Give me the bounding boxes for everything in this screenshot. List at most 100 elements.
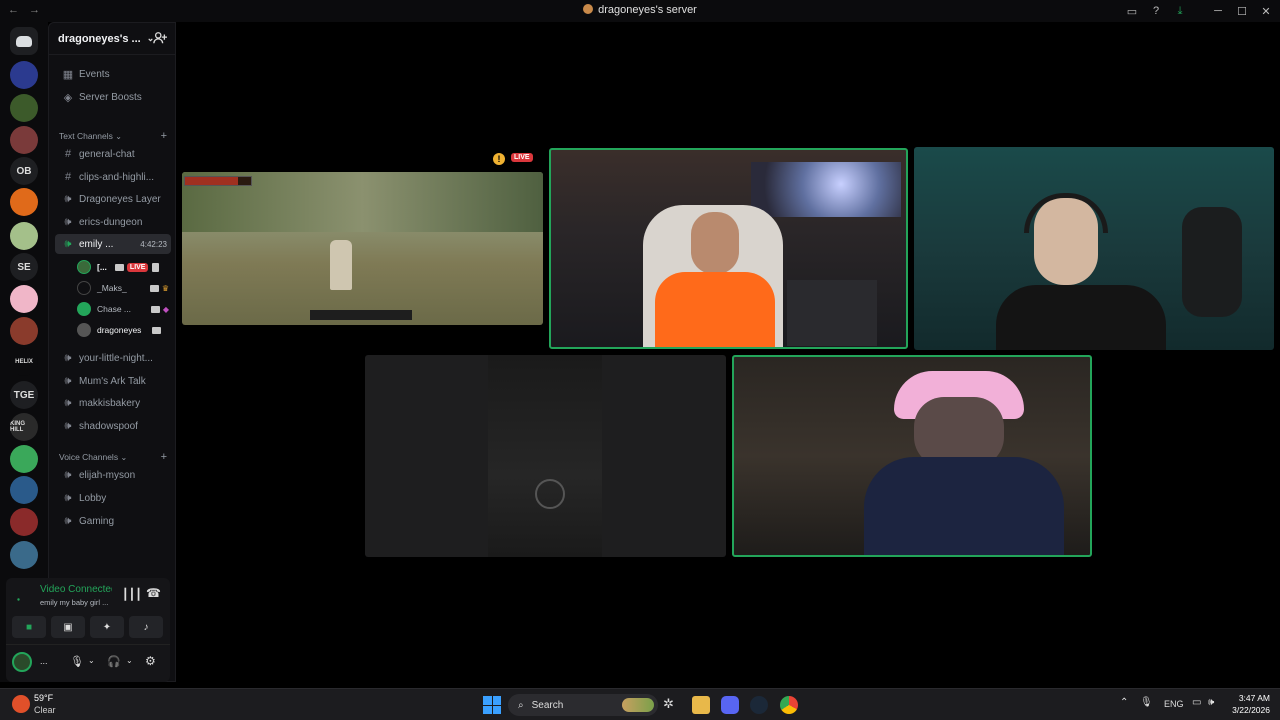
gear-icon[interactable]: ⚙ <box>145 654 156 668</box>
channel-label: your-little-night... <box>79 352 153 364</box>
server-icon[interactable]: TGE <box>10 381 38 409</box>
server-icon[interactable] <box>10 61 38 89</box>
voice-channel-name[interactable]: emily my baby girl ... <box>40 598 108 607</box>
weather-icon <box>12 695 30 713</box>
headphones <box>1024 193 1108 233</box>
server-icon[interactable] <box>10 476 38 504</box>
channel-your-little-night[interactable]: 🕪 your-little-night... <box>55 348 171 368</box>
file-explorer-icon[interactable] <box>692 696 710 714</box>
camera-button[interactable]: ■ <box>12 616 46 638</box>
discord-icon[interactable] <box>721 696 739 714</box>
channel-elijah-myson[interactable]: 🕪 elijah-myson <box>55 465 171 485</box>
channel-mums-ark-talk[interactable]: 🕪 Mum's Ark Talk <box>55 371 171 391</box>
chevron-up-icon[interactable]: ⌃ <box>1120 697 1128 708</box>
steam-icon[interactable] <box>750 696 768 714</box>
speaker-icon: 🕪 <box>64 351 72 364</box>
disconnect-icon[interactable]: ☎ <box>146 586 161 600</box>
server-icon[interactable] <box>10 126 38 154</box>
server-icon[interactable] <box>10 94 38 122</box>
activities-button[interactable]: ✦ <box>90 616 124 638</box>
headphones-icon[interactable]: 🎧 <box>107 655 121 668</box>
server-icon[interactable] <box>10 317 38 345</box>
avatar <box>77 323 91 337</box>
server-boosts-item[interactable]: ◈ Server Boosts <box>55 87 171 107</box>
microphone-icon[interactable]: 🎙 <box>1140 697 1153 708</box>
video-tile[interactable] <box>914 147 1274 350</box>
clock-time[interactable]: 3:47 AM <box>1224 693 1270 703</box>
channel-shadowspoof[interactable]: 🕪 shadowspoof <box>55 416 171 436</box>
person-head <box>691 212 739 274</box>
channel-emily-active[interactable]: 🕪 emily ... 4:42:23 <box>55 234 171 254</box>
server-icon[interactable] <box>10 508 38 536</box>
server-icon[interactable] <box>10 222 38 250</box>
screen-share-button[interactable]: ▣ <box>51 616 85 638</box>
channel-clips[interactable]: # clips-and-highli... <box>55 167 171 187</box>
channel-gaming[interactable]: 🕪 Gaming <box>55 511 171 531</box>
channel-erics-dungeon[interactable]: 🕪 erics-dungeon <box>55 212 171 232</box>
weather-temp[interactable]: 59°F <box>34 693 53 703</box>
invite-people-icon[interactable] <box>153 31 167 45</box>
text-channels-category[interactable]: Text Channels ⌄ + <box>59 130 167 142</box>
stream-tile[interactable] <box>182 172 543 325</box>
close-icon[interactable]: ✕ <box>1258 3 1274 19</box>
avatar[interactable] <box>12 652 32 672</box>
taskbar: 59°F Clear ⌕ Search ✲ ⌃ 🎙 ENG ▭ 🕪 3:47 A… <box>0 688 1280 720</box>
events-item[interactable]: ▦ Events <box>55 64 171 84</box>
live-badge: LIVE <box>126 262 149 272</box>
voice-user[interactable]: Chase ... ◆ <box>77 300 169 318</box>
video-tile[interactable] <box>549 148 908 349</box>
server-header[interactable]: dragoneyes's ... ⌄ <box>49 23 175 55</box>
channel-label: clips-and-highli... <box>79 171 155 183</box>
add-channel-icon[interactable]: + <box>161 130 167 142</box>
maximize-icon[interactable]: ☐ <box>1234 3 1250 19</box>
channel-general-chat[interactable]: # general-chat <box>55 144 171 164</box>
user-name[interactable]: ... <box>40 656 48 666</box>
server-icon[interactable] <box>10 188 38 216</box>
noise-suppression-icon[interactable]: ┃┃┃ <box>122 588 142 601</box>
voice-category-label: Voice Channels <box>59 452 119 462</box>
taskbar-search[interactable]: ⌕ Search <box>508 694 658 716</box>
start-button[interactable] <box>483 696 501 714</box>
health-bar <box>184 176 252 186</box>
help-icon[interactable]: ? <box>1148 3 1164 19</box>
display-icon[interactable]: ▭ <box>1192 697 1201 708</box>
download-icon[interactable]: ⤓ <box>1172 3 1188 19</box>
speaker-icon: 🕪 <box>64 374 72 387</box>
channel-label: Lobby <box>79 492 107 504</box>
channel-label: makkisbakery <box>79 397 141 409</box>
voice-user[interactable]: [... LIVE <box>77 258 169 276</box>
channel-lobby[interactable]: 🕪 Lobby <box>55 488 171 508</box>
voice-user[interactable]: _Maks_ ♛ <box>77 279 169 297</box>
video-tile[interactable] <box>732 355 1092 557</box>
volume-icon[interactable]: 🕪 <box>1208 697 1214 708</box>
server-icon[interactable]: SE <box>10 253 38 281</box>
language-indicator[interactable]: ENG <box>1164 699 1184 709</box>
microphone-icon[interactable]: 🎙 <box>70 655 84 668</box>
voice-user[interactable]: dragoneyes <box>77 321 169 339</box>
channel-makkisbakery[interactable]: 🕪 makkisbakery <box>55 393 171 413</box>
server-icon[interactable] <box>10 285 38 313</box>
voice-channels-category[interactable]: Voice Channels ⌄ + <box>59 451 167 463</box>
server-icon[interactable]: HELIX <box>10 348 38 376</box>
add-channel-icon[interactable]: + <box>161 451 167 463</box>
server-icon[interactable] <box>10 445 38 473</box>
chevron-down-icon[interactable]: ⌄ <box>88 656 95 665</box>
chevron-down-icon[interactable]: ⌄ <box>126 656 133 665</box>
server-icon[interactable] <box>10 541 38 569</box>
video-tile[interactable] <box>365 355 726 557</box>
inbox-icon[interactable]: ▭ <box>1124 3 1140 19</box>
discord-home-icon[interactable] <box>10 27 38 55</box>
speaker-icon: 🕪 <box>64 419 72 432</box>
chrome-icon[interactable] <box>780 696 798 714</box>
minimize-icon[interactable]: ─ <box>1210 3 1226 19</box>
voice-user-name: [... <box>97 262 107 272</box>
channel-dragoneyes-layer[interactable]: 🕪 Dragoneyes Layer <box>55 189 171 209</box>
server-icon[interactable]: OB <box>10 157 38 185</box>
copilot-icon[interactable]: ✲ <box>663 696 681 714</box>
soundboard-button[interactable]: ♪ <box>129 616 163 638</box>
window-title: dragoneyes's server <box>0 4 1280 16</box>
clock-date[interactable]: 3/22/2026 <box>1224 705 1270 715</box>
camera-icon <box>152 326 161 334</box>
weather-desc[interactable]: Clear <box>34 705 56 715</box>
server-icon[interactable]: KING HILL <box>10 413 38 441</box>
